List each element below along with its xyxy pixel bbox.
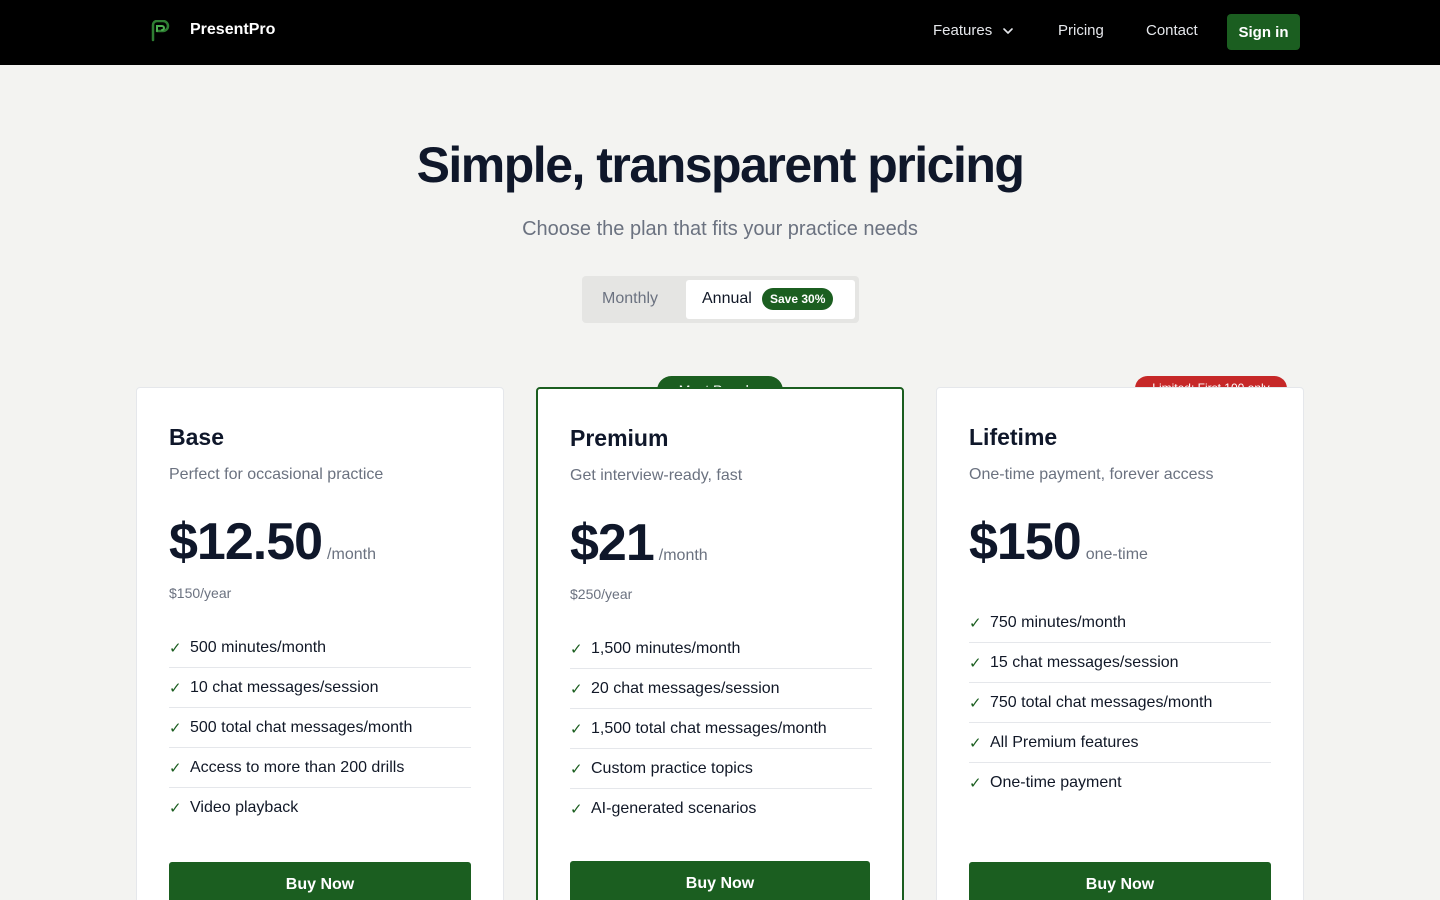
plan-yearly-price: $250/year xyxy=(570,586,633,602)
plan-period: /month xyxy=(658,547,708,564)
price-row: $21 /month xyxy=(570,513,708,573)
feature-item: ✓ Access to more than 200 drills xyxy=(169,748,471,788)
feature-text: 1,500 minutes/month xyxy=(591,639,741,657)
plan-period: /month xyxy=(327,546,376,563)
brand-name[interactable]: PresentPro xyxy=(190,21,275,39)
chevron-down-icon xyxy=(1003,27,1014,34)
nav-pricing-link[interactable]: Pricing xyxy=(1058,22,1104,39)
feature-item: ✓ 1,500 minutes/month xyxy=(570,629,872,669)
check-icon: ✓ xyxy=(969,734,982,752)
page-subtitle: Choose the plan that fits your practice … xyxy=(522,218,918,240)
buy-now-button-premium[interactable]: Buy Now xyxy=(570,861,870,900)
feature-text: 15 chat messages/session xyxy=(990,653,1179,671)
feature-text: 500 minutes/month xyxy=(190,638,327,656)
feature-text: All Premium features xyxy=(990,733,1139,751)
plan-card-premium: Premium Get interview-ready, fast $21 /m… xyxy=(536,387,904,900)
feature-item: ✓ Video playback xyxy=(169,788,471,828)
feature-list: ✓ 500 minutes/month ✓ 10 chat messages/ses… xyxy=(169,628,471,828)
nav-features-label: Features xyxy=(933,22,993,39)
save-badge: Save 30% xyxy=(762,288,834,310)
check-icon: ✓ xyxy=(969,614,982,632)
check-icon: ✓ xyxy=(969,775,982,792)
feature-text: Custom practice topics xyxy=(591,759,753,777)
nav-contact-link[interactable]: Contact xyxy=(1146,22,1198,39)
feature-item: ✓ 500 minutes/month xyxy=(169,628,471,668)
check-icon: ✓ xyxy=(169,679,182,697)
feature-text: 1,500 total chat messages/month xyxy=(591,719,827,737)
toggle-monthly[interactable]: Monthly xyxy=(602,290,658,308)
sign-in-button[interactable]: Sign in xyxy=(1227,14,1300,50)
feature-item: ✓ 750 minutes/month xyxy=(969,603,1271,643)
check-icon: ✓ xyxy=(570,640,583,658)
check-icon: ✓ xyxy=(169,639,182,657)
feature-text: Video playback xyxy=(190,799,299,816)
check-icon: ✓ xyxy=(969,654,982,672)
plan-name: Base xyxy=(169,424,224,450)
check-icon: ✓ xyxy=(570,801,583,818)
feature-text: 20 chat messages/session xyxy=(591,679,780,697)
feature-item: ✓ All Premium features xyxy=(969,723,1271,763)
price-row: $150 one-time xyxy=(969,512,1148,572)
buy-now-button-base[interactable]: Buy Now xyxy=(169,862,471,900)
plan-description: Perfect for occasional practice xyxy=(169,466,384,483)
plan-card-base: Base Perfect for occasional practice $12… xyxy=(136,387,504,900)
check-icon: ✓ xyxy=(570,760,583,778)
feature-text: 750 total chat messages/month xyxy=(990,693,1213,711)
feature-text: Access to more than 200 drills xyxy=(190,758,405,776)
feature-item: ✓ One-time payment xyxy=(969,763,1271,803)
plan-price: $21 xyxy=(570,514,655,572)
plan-card-lifetime: Lifetime One-time payment, forever acces… xyxy=(936,387,1304,900)
feature-item: ✓ 10 chat messages/session xyxy=(169,668,471,708)
check-icon: ✓ xyxy=(570,720,583,738)
toggle-annual[interactable]: Annual Save 30% xyxy=(686,280,855,319)
feature-list: ✓ 1,500 minutes/month ✓ 20 chat messages/s… xyxy=(570,629,872,829)
feature-text: 10 chat messages/session xyxy=(190,678,379,696)
toggle-annual-label: Annual xyxy=(702,290,752,307)
plan-name: Premium xyxy=(570,425,669,451)
check-icon: ✓ xyxy=(169,800,182,817)
plan-price: $12.50 xyxy=(169,513,323,571)
plan-yearly-price: $150/year xyxy=(169,585,232,601)
check-icon: ✓ xyxy=(570,680,583,698)
feature-item: ✓ 15 chat messages/session xyxy=(969,643,1271,683)
plan-price: $150 xyxy=(969,513,1082,571)
feature-item: ✓ Custom practice topics xyxy=(570,749,872,789)
plan-description: Get interview-ready, fast xyxy=(570,467,743,484)
check-icon: ✓ xyxy=(969,694,982,712)
page-title: Simple, transparent pricing xyxy=(416,137,1025,193)
plan-description: One-time payment, forever access xyxy=(969,466,1214,483)
feature-text: One-time payment xyxy=(990,774,1122,791)
top-nav: PresentPro Features Pricing Contact Sign… xyxy=(0,0,1440,65)
feature-text: 500 total chat messages/month xyxy=(190,718,413,736)
feature-list: ✓ 750 minutes/month ✓ 15 chat messages/ses… xyxy=(969,603,1271,803)
plan-period: one-time xyxy=(1085,546,1148,563)
feature-text: 750 minutes/month xyxy=(990,613,1127,631)
feature-item: ✓ 20 chat messages/session xyxy=(570,669,872,709)
feature-item: ✓ 1,500 total chat messages/month xyxy=(570,709,872,749)
feature-item: ✓ 750 total chat messages/month xyxy=(969,683,1271,723)
logo-icon[interactable] xyxy=(150,20,170,42)
plan-name: Lifetime xyxy=(969,424,1058,450)
buy-now-button-lifetime[interactable]: Buy Now xyxy=(969,862,1271,900)
nav-features-dropdown[interactable]: Features xyxy=(933,22,1014,39)
feature-text: AI-generated scenarios xyxy=(591,800,757,817)
check-icon: ✓ xyxy=(169,759,182,777)
feature-item: ✓ AI-generated scenarios xyxy=(570,789,872,829)
feature-item: ✓ 500 total chat messages/month xyxy=(169,708,471,748)
check-icon: ✓ xyxy=(169,719,182,737)
price-row: $12.50 /month xyxy=(169,512,376,572)
billing-toggle: Monthly Annual Save 30% xyxy=(582,276,859,323)
